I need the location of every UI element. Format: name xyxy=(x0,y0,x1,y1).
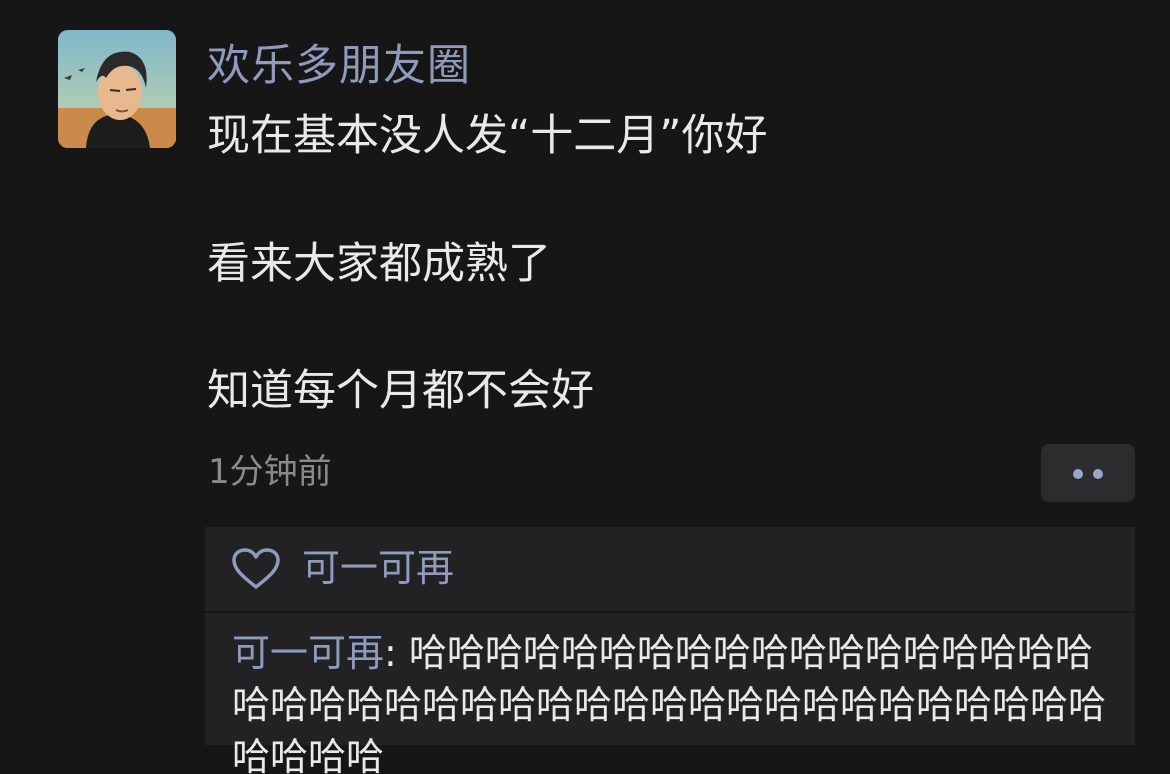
divider xyxy=(205,611,1135,613)
comment[interactable]: 可一可再: 哈哈哈哈哈哈哈哈哈哈哈哈哈哈哈哈哈哈哈哈哈哈哈哈哈哈哈哈哈哈哈哈哈哈… xyxy=(232,627,1127,774)
post-timestamp: 1分钟前 xyxy=(208,452,332,492)
comment-author[interactable]: 可一可再 xyxy=(232,631,384,675)
heart-icon xyxy=(232,548,280,589)
avatar[interactable] xyxy=(58,30,176,148)
post-author-name[interactable]: 欢乐多朋友圈 xyxy=(207,40,471,92)
likes-row: 可一可再 xyxy=(205,527,1135,611)
more-actions-button[interactable] xyxy=(1041,444,1135,502)
post-text-line: 现在基本没人发“十二月”你好 xyxy=(207,111,768,161)
comment-separator: : xyxy=(384,631,409,675)
interaction-panel: 可一可再 可一可再: 哈哈哈哈哈哈哈哈哈哈哈哈哈哈哈哈哈哈哈哈哈哈哈哈哈哈哈哈哈… xyxy=(205,527,1135,774)
post-text-line: 看来大家都成熟了 xyxy=(207,239,551,289)
post-text-line: 知道每个月都不会好 xyxy=(207,366,594,416)
more-dots-icon xyxy=(1073,469,1083,479)
liker-name[interactable]: 可一可再 xyxy=(302,544,454,592)
avatar-image xyxy=(58,30,176,148)
more-dots-icon xyxy=(1093,469,1103,479)
